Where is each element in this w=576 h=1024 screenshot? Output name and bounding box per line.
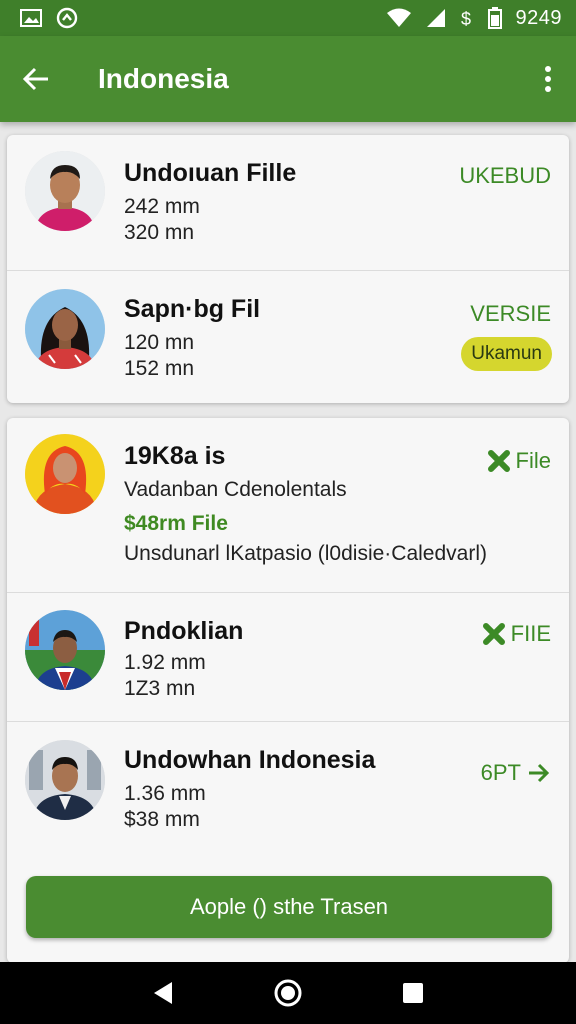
nav-recents-button[interactable] <box>393 973 433 1013</box>
status-bar: $ 9249 <box>0 0 576 36</box>
item-line-1: Vadanban Cdenolentals <box>124 478 347 501</box>
item-line-2: 320 mn <box>124 221 195 244</box>
file-action-button[interactable]: FIIE <box>482 621 551 647</box>
cross-icon <box>482 623 505 645</box>
signal-icon <box>426 8 446 28</box>
nav-back-button[interactable] <box>143 973 183 1013</box>
list-item[interactable]: Pndoklian 1.92 mm 1Z3 mn FIIE <box>7 593 569 722</box>
item-title: Sapn·bg Fil <box>124 295 261 323</box>
item-title: 19K8a is <box>124 442 226 470</box>
back-triangle-icon <box>153 982 172 1004</box>
recents-square-icon <box>403 983 424 1003</box>
status-right: $ 9249 <box>386 7 563 30</box>
status-badge[interactable]: Ukamun <box>461 337 552 371</box>
item-action-label: 6PT <box>480 760 521 785</box>
image-icon <box>20 9 42 27</box>
item-price: $48rm File <box>124 512 228 535</box>
back-button[interactable] <box>0 36 72 122</box>
battery-icon <box>487 7 502 29</box>
file-action-button[interactable]: File <box>487 448 551 474</box>
card-top: Undoıuan Fille 242 mm 320 mn UKEBUD Sapn… <box>7 135 569 403</box>
arrow-left-icon <box>22 67 48 91</box>
file-action-label: File <box>515 448 551 473</box>
item-line-1: 1.92 mm <box>124 651 206 674</box>
item-line-3: Unsdunarl lKatpasio (l0disie·Caledvarl) <box>124 542 487 565</box>
home-circle-icon <box>274 979 302 1007</box>
page-title: Indonesia <box>98 63 229 94</box>
status-left <box>20 7 78 29</box>
list-item[interactable]: Undowhan Indonesia 1.36 mm $38 mm 6PT <box>7 722 569 863</box>
overflow-menu-button[interactable] <box>520 36 576 122</box>
item-title: Pndoklian <box>124 617 244 645</box>
app-bar: Indonesia <box>0 36 576 122</box>
cross-icon <box>487 450 510 472</box>
wifi-icon <box>386 8 412 28</box>
more-vert-icon <box>545 66 551 92</box>
svg-text:$: $ <box>461 9 471 29</box>
item-line-1: 120 mn <box>124 331 195 354</box>
card-bottom: 19K8a is Vadanban Cdenolentals $48rm Fil… <box>7 418 569 963</box>
item-title: Undoıuan Fille <box>124 159 297 187</box>
avatar <box>25 740 105 820</box>
avatar <box>25 151 105 231</box>
system-nav-bar <box>0 962 576 1024</box>
list-item[interactable]: Sapn·bg Fil 120 mn 152 mn VERSIE Ukamun <box>7 271 569 403</box>
nav-home-button[interactable] <box>268 973 308 1013</box>
list-item[interactable]: 19K8a is Vadanban Cdenolentals $48rm Fil… <box>7 418 569 593</box>
dollar-icon: $ <box>460 7 474 29</box>
item-line-2: 1Z3 mn <box>124 677 196 700</box>
status-time: 9249 <box>515 6 562 29</box>
apply-button[interactable]: Aople () sthe Trasen <box>26 876 552 938</box>
sync-icon <box>56 7 78 29</box>
item-action-6pt[interactable]: 6PT <box>481 760 551 786</box>
item-action-versie[interactable]: VERSIE <box>470 301 551 327</box>
item-action-ukebud[interactable]: UKEBUD <box>459 163 551 189</box>
avatar <box>25 610 105 690</box>
item-line-1: 242 mm <box>124 195 200 218</box>
list-item[interactable]: Undoıuan Fille 242 mm 320 mn UKEBUD <box>7 135 569 271</box>
item-title: Undowhan Indonesia <box>124 746 376 774</box>
avatar <box>25 289 105 369</box>
avatar <box>25 434 105 514</box>
arrow-right-icon <box>529 763 550 783</box>
file-action-label: FIIE <box>510 621 551 646</box>
item-line-1: 1.36 mm <box>124 782 206 805</box>
item-line-2: $38 mm <box>124 808 200 831</box>
item-line-2: 152 mn <box>124 357 195 380</box>
